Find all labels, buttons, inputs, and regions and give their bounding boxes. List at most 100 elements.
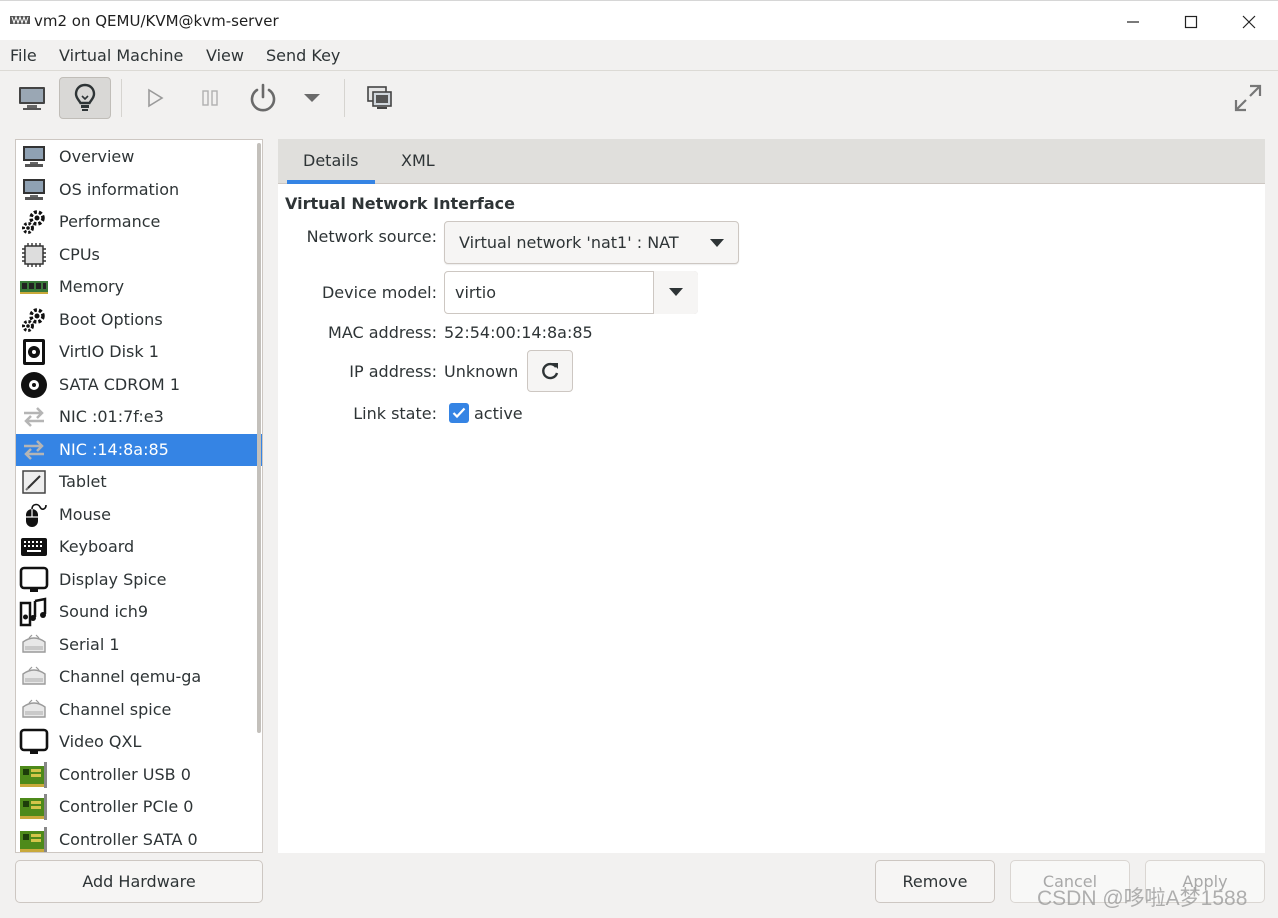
- device-model-combo[interactable]: virtio: [444, 271, 698, 314]
- sidebar-item[interactable]: Channel qemu-ga: [16, 661, 262, 693]
- sidebar-item[interactable]: NIC :01:7f:e3: [16, 401, 262, 433]
- gears-icon: [19, 208, 49, 236]
- sidebar-item[interactable]: Boot Options: [16, 304, 262, 336]
- minimize-button[interactable]: [1110, 7, 1156, 37]
- minimize-icon: [1127, 21, 1139, 23]
- add-hardware-button[interactable]: Add Hardware: [15, 860, 263, 903]
- link-state-checkbox[interactable]: [449, 403, 469, 423]
- sidebar-item[interactable]: Channel spice: [16, 694, 262, 726]
- network-source-label: Network source:: [306, 227, 437, 246]
- run-button[interactable]: [129, 77, 181, 119]
- remove-button[interactable]: Remove: [875, 860, 995, 903]
- sidebar-item[interactable]: Overview: [16, 141, 262, 173]
- maximize-button[interactable]: [1168, 7, 1214, 37]
- sidebar-item-label: VirtIO Disk 1: [59, 342, 159, 361]
- section-title: Virtual Network Interface: [285, 194, 515, 213]
- sidebar-item[interactable]: Mouse: [16, 499, 262, 531]
- sidebar-item-label: NIC :01:7f:e3: [59, 407, 164, 426]
- menu-bar: File Virtual Machine View Send Key: [0, 40, 1278, 71]
- sidebar-item-label: Controller USB 0: [59, 764, 191, 784]
- shutdown-menu-button[interactable]: [290, 77, 334, 119]
- serial-icon: [19, 631, 49, 659]
- mac-address-value: 52:54:00:14:8a:85: [444, 323, 593, 342]
- maximize-icon: [1184, 15, 1198, 29]
- sidebar-item[interactable]: Controller PCIe 0: [16, 791, 262, 823]
- menu-send-key[interactable]: Send Key: [266, 46, 340, 65]
- sidebar-item[interactable]: OS information: [16, 174, 262, 206]
- snapshots-button[interactable]: [354, 77, 406, 119]
- device-model-dropdown-button[interactable]: [653, 271, 698, 314]
- tablet-icon: [19, 468, 49, 496]
- sidebar-item[interactable]: SATA CDROM 1: [16, 369, 262, 401]
- serial-icon: [19, 696, 49, 724]
- sidebar-item[interactable]: Memory: [16, 271, 262, 303]
- sidebar-item[interactable]: Controller USB 0: [16, 759, 262, 791]
- display-icon: [19, 566, 49, 594]
- sidebar-item[interactable]: Performance: [16, 206, 262, 238]
- sidebar-item-label: Display Spice: [59, 569, 167, 589]
- network-icon: [19, 436, 49, 464]
- ip-address-label: IP address:: [349, 362, 437, 381]
- lightbulb-icon: [74, 83, 96, 111]
- network-icon: [19, 403, 49, 431]
- details-button[interactable]: [59, 77, 111, 119]
- pause-button[interactable]: [184, 77, 236, 119]
- sidebar-item[interactable]: Sound ich9: [16, 596, 262, 628]
- sidebar-item[interactable]: Keyboard: [16, 531, 262, 563]
- sidebar-item-label: Memory: [59, 277, 125, 296]
- sidebar-item-label: Channel qemu-ga: [59, 667, 202, 686]
- sidebar-item-label: Keyboard: [59, 537, 135, 556]
- console-button[interactable]: [6, 77, 58, 119]
- virt-manager-icon: [10, 15, 30, 25]
- sidebar-item[interactable]: Tablet: [16, 466, 262, 498]
- sidebar-item[interactable]: Display Spice: [16, 564, 262, 596]
- sidebar-item-label: Serial 1: [59, 634, 120, 654]
- dropdown-arrow-icon: [669, 288, 683, 296]
- sidebar-item-label: Tablet: [59, 472, 107, 491]
- sidebar-item-label: Performance: [59, 212, 161, 231]
- monitor-icon: [19, 87, 45, 110]
- sidebar-item[interactable]: Controller SATA 0: [16, 824, 262, 852]
- menu-file[interactable]: File: [10, 46, 37, 65]
- power-icon: [250, 83, 276, 112]
- menu-view[interactable]: View: [206, 46, 244, 65]
- keyboard-icon: [19, 533, 49, 561]
- sidebar-item-label: Controller SATA 0: [59, 829, 198, 849]
- close-icon: [1242, 15, 1256, 29]
- sidebar-item-label: Boot Options: [59, 309, 163, 329]
- monitor-icon: [19, 143, 49, 171]
- sidebar-item[interactable]: NIC :14:8a:85: [16, 433, 262, 466]
- controller-icon: [19, 793, 49, 821]
- dropdown-arrow-icon: [710, 239, 724, 247]
- toolbar-separator: [121, 79, 122, 117]
- close-button[interactable]: [1226, 7, 1272, 37]
- tab-details[interactable]: Details: [303, 151, 358, 170]
- sound-icon: [19, 597, 49, 627]
- refresh-ip-button[interactable]: [527, 350, 573, 392]
- fullscreen-button[interactable]: [1222, 77, 1274, 119]
- sidebar-item-label: Mouse: [59, 504, 111, 524]
- hardware-list: Overview OS information Performance CPUs Mem…: [15, 139, 263, 853]
- play-icon: [148, 88, 164, 108]
- sidebar-item[interactable]: VirtIO Disk 1: [16, 336, 262, 368]
- sidebar-scrollbar[interactable]: [257, 143, 261, 733]
- sidebar-item[interactable]: Video QXL: [16, 726, 262, 758]
- shutdown-button[interactable]: [237, 77, 289, 119]
- tab-xml[interactable]: XML: [401, 151, 435, 170]
- sidebar-item-label: Video QXL: [59, 732, 142, 751]
- sidebar-item[interactable]: Serial 1: [16, 629, 262, 661]
- sidebar-item[interactable]: CPUs: [16, 239, 262, 271]
- monitor-icon: [19, 176, 49, 204]
- network-source-value: Virtual network 'nat1' : NAT: [459, 233, 679, 252]
- menu-virtual-machine[interactable]: Virtual Machine: [59, 46, 183, 65]
- sidebar-item-label: SATA CDROM 1: [59, 374, 180, 394]
- ip-address-value: Unknown: [444, 362, 519, 381]
- pause-icon: [202, 90, 218, 106]
- network-source-dropdown[interactable]: Virtual network 'nat1' : NAT: [444, 221, 739, 264]
- watermark: CSDN @哆啦A梦1588: [1037, 887, 1248, 910]
- gears-icon: [19, 306, 49, 334]
- toolbar: [0, 71, 1278, 128]
- chevron-down-icon: [304, 94, 320, 102]
- title-bar: vm2 on QEMU/KVM@kvm-server: [0, 0, 1278, 40]
- device-model-value: virtio: [455, 283, 496, 302]
